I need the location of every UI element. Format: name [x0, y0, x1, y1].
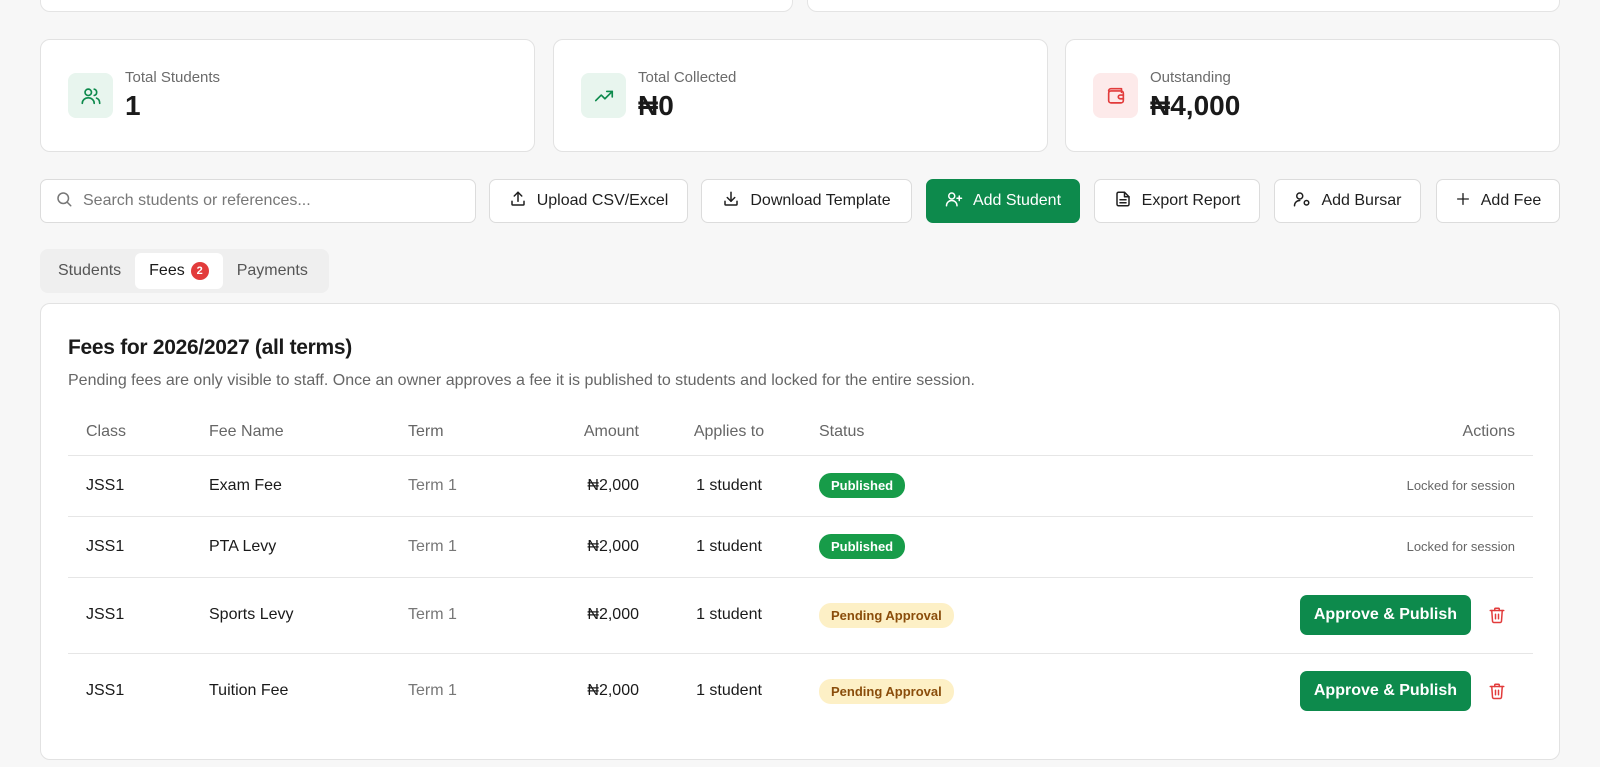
- table-header-row: Class Fee Name Term Amount Applies to St…: [68, 409, 1533, 456]
- stat-card-outstanding: Outstanding ₦4,000: [1065, 39, 1560, 152]
- cell-actions: Locked for session: [1221, 516, 1533, 578]
- export-report-label: Export Report: [1141, 192, 1241, 209]
- search-input[interactable]: [83, 192, 443, 210]
- wallet-icon: [1093, 73, 1138, 118]
- header-fee-name: Fee Name: [191, 409, 390, 456]
- cell-fee-name: Exam Fee: [191, 455, 390, 517]
- cell-actions: Locked for session: [1221, 455, 1533, 517]
- tab-label: Fees: [149, 262, 185, 279]
- panel-title: Fees for 2026/2027 (all terms): [68, 336, 352, 359]
- file-text-icon: [1114, 190, 1132, 213]
- upload-csv-button[interactable]: Upload CSV/Excel: [489, 179, 688, 223]
- stat-label: Outstanding: [1150, 69, 1231, 86]
- tab-payments[interactable]: Payments: [223, 253, 322, 289]
- header-actions: Actions: [1221, 409, 1533, 456]
- search-box[interactable]: [40, 179, 476, 223]
- top-card-left: [40, 0, 793, 12]
- trash-icon[interactable]: [1487, 605, 1507, 625]
- cell-term: Term 1: [390, 577, 530, 654]
- add-bursar-button[interactable]: Add Bursar: [1274, 179, 1421, 223]
- header-applies-to: Applies to: [657, 409, 801, 456]
- download-label: Download Template: [750, 192, 891, 209]
- fees-panel: Fees for 2026/2027 (all terms) Pending f…: [40, 303, 1560, 760]
- add-bursar-label: Add Bursar: [1321, 192, 1402, 209]
- add-student-button[interactable]: Add Student: [926, 179, 1080, 223]
- locked-label: Locked for session: [1406, 538, 1515, 554]
- export-report-button[interactable]: Export Report: [1094, 179, 1260, 223]
- user-plus-icon: [945, 190, 963, 213]
- cell-class: JSS1: [68, 577, 191, 654]
- search-icon: [55, 190, 73, 213]
- header-status: Status: [801, 409, 1221, 456]
- stat-card-total-students: Total Students 1: [40, 39, 535, 152]
- cell-applies-to: 1 student: [657, 455, 801, 517]
- tab-bar: Students Fees 2 Payments: [40, 249, 329, 293]
- status-badge: Published: [819, 473, 906, 498]
- cell-status: Pending Approval: [801, 653, 1221, 729]
- trash-icon[interactable]: [1487, 681, 1507, 701]
- cell-amount: ₦2,000: [530, 516, 657, 578]
- cell-applies-to: 1 student: [696, 682, 762, 700]
- cell-amount: ₦2,000: [530, 455, 657, 517]
- stat-label: Total Collected: [638, 69, 737, 86]
- download-icon: [722, 190, 740, 213]
- table-row: JSS1 Sports Levy Term 1 ₦2,000 1 student…: [68, 577, 1533, 654]
- tab-students[interactable]: Students: [44, 253, 135, 289]
- cell-status: Published: [801, 455, 1221, 517]
- add-fee-label: Add Fee: [1480, 192, 1542, 209]
- tab-fees[interactable]: Fees 2: [135, 253, 223, 289]
- cell-class: JSS1: [68, 516, 191, 578]
- header-class: Class: [68, 409, 191, 456]
- stat-card-total-collected: Total Collected ₦0: [553, 39, 1048, 152]
- fees-count-badge: 2: [190, 262, 209, 280]
- cell-term: Term 1: [408, 682, 457, 700]
- cell-amount: ₦2,000: [530, 577, 657, 654]
- cell-status: Published: [801, 516, 1221, 578]
- stat-label: Total Students: [125, 69, 221, 86]
- status-badge: Pending Approval: [819, 678, 954, 704]
- table-row: JSS1 Exam Fee Term 1 ₦2,000 1 student Pu…: [68, 455, 1533, 517]
- add-student-label: Add Student: [972, 192, 1062, 209]
- add-fee-button[interactable]: Add Fee: [1436, 179, 1560, 223]
- upload-icon: [509, 190, 527, 213]
- plus-icon: [1455, 191, 1471, 212]
- header-amount: Amount: [530, 409, 657, 456]
- cell-fee-name: Sports Levy: [191, 577, 390, 654]
- status-badge: Pending Approval: [819, 602, 954, 628]
- locked-label: Locked for session: [1406, 477, 1515, 493]
- trending-up-icon: [581, 73, 626, 118]
- cell-actions: Approve & Publish: [1221, 653, 1533, 729]
- cell-status: Pending Approval: [801, 577, 1221, 654]
- upload-label: Upload CSV/Excel: [536, 192, 669, 209]
- tab-label: Students: [58, 262, 122, 279]
- cell-class: JSS1: [68, 455, 191, 517]
- status-badge: Published: [819, 534, 906, 559]
- cell-applies-to: 1 student: [657, 577, 801, 654]
- cell-term: Term 1: [390, 455, 530, 517]
- approve-publish-button[interactable]: Approve & Publish: [1299, 595, 1471, 635]
- cell-applies-to: 1 student: [657, 516, 801, 578]
- cell-fee-name: Tuition Fee: [209, 682, 289, 700]
- fees-table: Class Fee Name Term Amount Applies to St…: [68, 409, 1533, 729]
- cell-class: JSS1: [86, 682, 125, 700]
- table-row: JSS1 Tuition Fee Term 1 ₦2,000 1 student…: [68, 653, 1533, 729]
- cell-amount: ₦2,000: [587, 682, 639, 700]
- cell-actions: Approve & Publish: [1221, 577, 1533, 654]
- download-template-button[interactable]: Download Template: [701, 179, 912, 223]
- stat-value: 1: [125, 90, 141, 121]
- header-term: Term: [390, 409, 530, 456]
- top-card-right: [807, 0, 1560, 12]
- approve-publish-button[interactable]: Approve & Publish: [1299, 671, 1471, 712]
- stat-value: ₦0: [638, 90, 674, 121]
- users-icon: [68, 73, 113, 118]
- tab-label: Payments: [236, 262, 308, 279]
- table-row: JSS1 PTA Levy Term 1 ₦2,000 1 student Pu…: [68, 516, 1533, 578]
- user-cog-icon: [1293, 190, 1311, 213]
- panel-description: Pending fees are only visible to staff. …: [68, 372, 975, 389]
- stat-value: ₦4,000: [1150, 90, 1241, 121]
- cell-term: Term 1: [390, 516, 530, 578]
- cell-fee-name: PTA Levy: [191, 516, 390, 578]
